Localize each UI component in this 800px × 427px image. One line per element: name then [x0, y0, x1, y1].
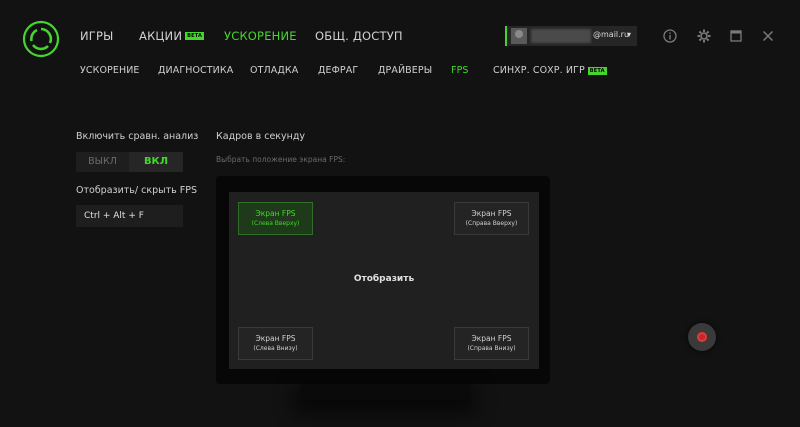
email-redacted — [531, 29, 591, 43]
toggle-off-option[interactable]: ВЫКЛ — [76, 152, 129, 172]
nav-item-boost[interactable]: УСКОРЕНИЕ — [224, 29, 297, 43]
account-email: @mail.ru — [593, 30, 630, 39]
fps-hotkey-field[interactable]: Ctrl + Alt + F — [76, 205, 183, 227]
fps-show-button[interactable]: Отобразить — [229, 274, 539, 284]
fps-position-subtitle: Выбрать положение экрана FPS: — [216, 155, 346, 164]
beta-badge: BETA — [185, 32, 205, 40]
tab-game-save-sync[interactable]: СИНХР. СОХР. ИГР BETA — [493, 65, 607, 76]
compare-analysis-label: Включить сравн. анализ — [76, 131, 199, 142]
show-hide-fps-label: Отобразить/ скрыть FPS — [76, 185, 197, 196]
nav-item-deals[interactable]: АКЦИИ BETA — [139, 29, 205, 43]
razer-cortex-logo[interactable] — [22, 20, 60, 58]
nav-item-games[interactable]: ИГРЫ — [80, 29, 114, 43]
fps-position-top-right[interactable]: Экран FPS (Справа Вверху) — [454, 202, 529, 235]
fps-title: Кадров в секунду — [216, 131, 306, 142]
compare-analysis-toggle[interactable]: ВЫКЛ ВКЛ — [76, 152, 183, 172]
nav-item-sharing[interactable]: ОБЩ. ДОСТУП — [315, 29, 403, 43]
toggle-on-option[interactable]: ВКЛ — [129, 152, 183, 172]
fps-position-bottom-left[interactable]: Экран FPS (Слева Внизу) — [238, 327, 313, 360]
tab-defrag[interactable]: ДЕФРАГ — [318, 65, 358, 76]
info-icon[interactable] — [662, 28, 678, 44]
chevron-down-icon: ▾ — [626, 30, 631, 39]
account-dropdown[interactable]: @mail.ru ▾ — [505, 26, 637, 46]
close-icon[interactable] — [760, 28, 776, 44]
fps-position-top-left[interactable]: Экран FPS (Слева Вверху) — [238, 202, 313, 235]
tab-fps[interactable]: FPS — [451, 65, 469, 76]
record-button[interactable] — [688, 323, 716, 351]
beta-badge: BETA — [587, 66, 607, 75]
avatar — [511, 28, 527, 44]
monitor-stand — [300, 384, 470, 400]
maximize-icon[interactable] — [728, 28, 744, 44]
tab-debug[interactable]: ОТЛАДКА — [250, 65, 298, 76]
gear-icon[interactable] — [696, 28, 712, 44]
tab-diagnostics[interactable]: ДИАГНОСТИКА — [158, 65, 233, 76]
fps-position-bottom-right[interactable]: Экран FPS (Справа Внизу) — [454, 327, 529, 360]
tab-drivers[interactable]: ДРАЙВЕРЫ — [378, 65, 432, 76]
tab-boost[interactable]: УСКОРЕНИЕ — [80, 65, 140, 76]
